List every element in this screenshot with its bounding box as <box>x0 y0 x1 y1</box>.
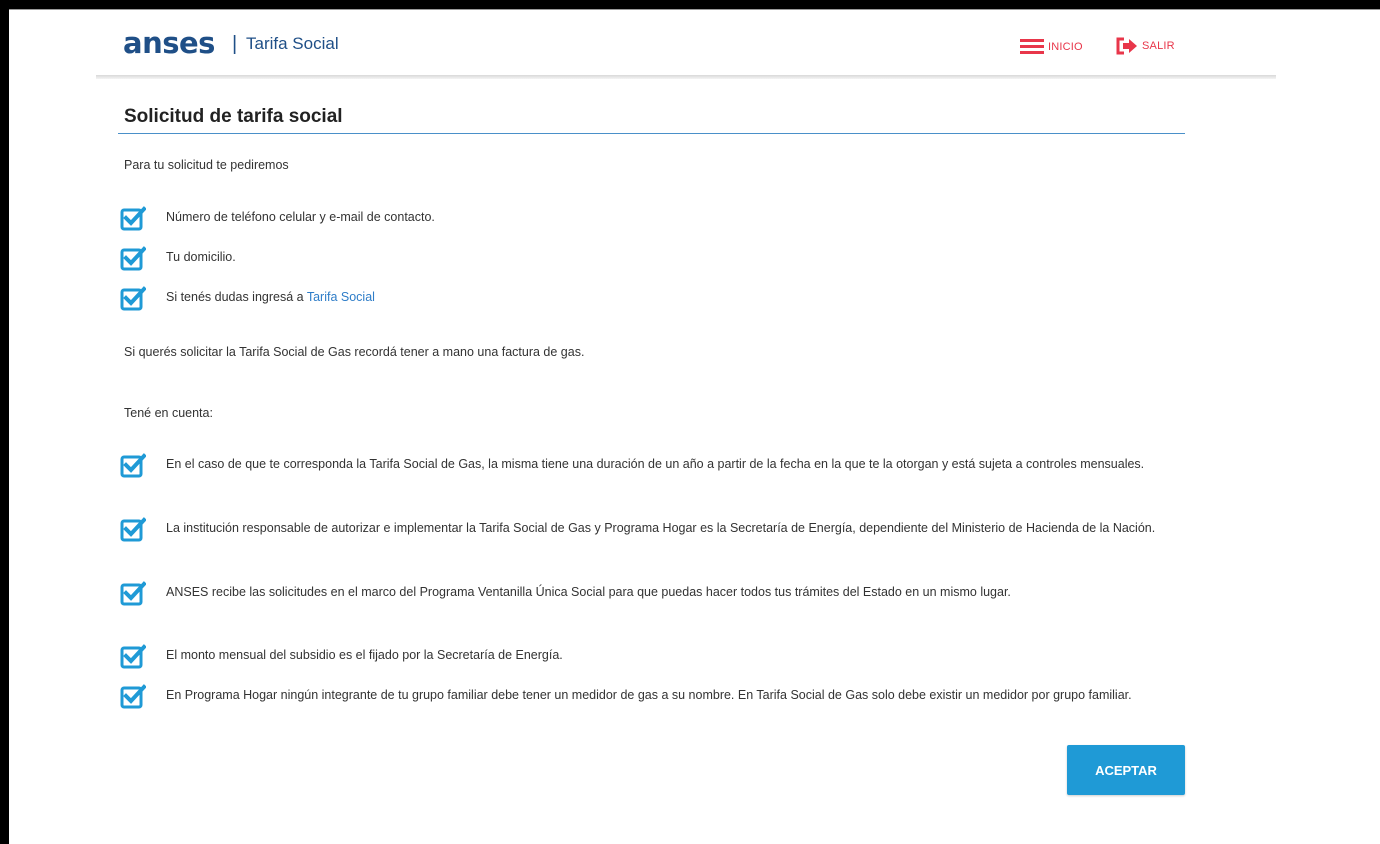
requirement-text: Número de teléfono celular y e-mail de c… <box>166 210 435 224</box>
checkbox-checked-icon <box>120 643 147 669</box>
title-underline <box>118 133 1185 134</box>
consideration-text: El monto mensual del subsidio es el fija… <box>166 648 563 662</box>
consideration-item: ANSES recibe las solicitudes en el marco… <box>120 580 1186 606</box>
consideration-item: En el caso de que te corresponda la Tari… <box>120 452 1186 478</box>
tarifa-social-link[interactable]: Tarifa Social <box>307 290 375 304</box>
checkbox-checked-icon <box>120 580 147 606</box>
requirement-item: Si tenés dudas ingresá a Tarifa Social <box>120 285 375 311</box>
consider-heading: Tené en cuenta: <box>124 406 213 420</box>
intro-text: Para tu solicitud te pediremos <box>124 158 289 172</box>
requirement-item: Tu domicilio. <box>120 245 236 271</box>
checkbox-checked-icon <box>120 683 147 709</box>
site-subtitle: Tarifa Social <box>246 34 339 53</box>
requirement-prefix: Si tenés dudas ingresá a <box>166 290 304 304</box>
requirement-item: Número de teléfono celular y e-mail de c… <box>120 205 435 231</box>
nav-inicio-label: INICIO <box>1048 41 1083 53</box>
header-divider <box>96 75 1276 79</box>
consideration-text: La institución responsable de autorizar … <box>166 521 1156 535</box>
consideration-item: El monto mensual del subsidio es el fija… <box>120 643 1186 669</box>
consideration-item: En Programa Hogar ningún integrante de t… <box>120 683 1186 709</box>
checkbox-checked-icon <box>120 452 147 478</box>
page-title: Solicitud de tarifa social <box>124 106 343 127</box>
nav-inicio-link[interactable]: INICIO <box>1020 38 1083 56</box>
consideration-text: En Programa Hogar ningún integrante de t… <box>166 688 1132 702</box>
nav-salir-link[interactable]: SALIR <box>1116 37 1175 55</box>
nav-salir-label: SALIR <box>1142 40 1175 52</box>
consideration-text: ANSES recibe las solicitudes en el marco… <box>166 585 1011 599</box>
accept-button[interactable]: ACEPTAR <box>1067 745 1185 795</box>
gas-note-text: Si querés solicitar la Tarifa Social de … <box>124 345 585 359</box>
anses-logo[interactable]: anses <box>123 28 215 58</box>
checkbox-checked-icon <box>120 285 147 311</box>
checkbox-checked-icon <box>120 205 147 231</box>
exit-arrow-icon <box>1116 37 1138 55</box>
site-header: anses | Tarifa Social INICIO SALIR <box>96 10 1276 75</box>
logo-separator: | <box>232 33 238 55</box>
requirement-text: Tu domicilio. <box>166 250 236 264</box>
checkbox-checked-icon <box>120 516 147 542</box>
hamburger-menu-icon <box>1020 38 1044 56</box>
window-frame-left <box>0 0 9 844</box>
window-frame-top <box>0 0 1380 9</box>
consideration-text: En el caso de que te corresponda la Tari… <box>166 457 1145 471</box>
checkbox-checked-icon <box>120 245 147 271</box>
consideration-item: La institución responsable de autorizar … <box>120 516 1186 542</box>
requirement-text: Si tenés dudas ingresá a Tarifa Social <box>166 287 375 307</box>
